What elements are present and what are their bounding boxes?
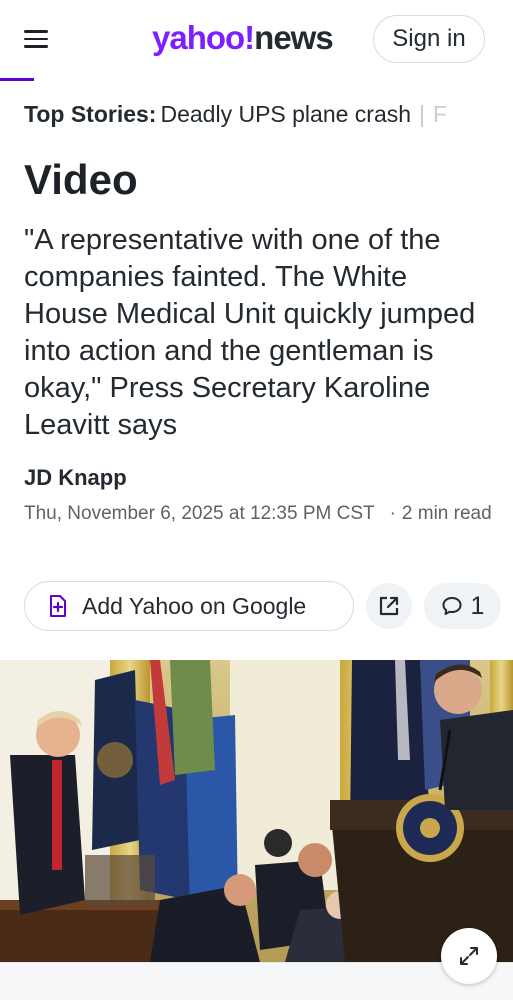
comments-button[interactable]: 1 — [424, 583, 501, 629]
hamburger-menu-icon[interactable] — [24, 30, 48, 48]
nav-accent-line — [0, 78, 34, 81]
article-meta: Thu, November 6, 2025 at 12:35 PM CST · 2… — [24, 500, 499, 528]
article-headline: "A representative with one of the compan… — [24, 224, 476, 441]
section-title: Video — [24, 156, 138, 203]
top-stories-link[interactable]: Deadly UPS plane crash — [160, 101, 411, 127]
read-time: 2 min read — [401, 503, 492, 524]
oval-office-scene-image — [0, 660, 513, 962]
yahoo-news-logo[interactable]: yahoo!news — [152, 18, 334, 58]
expand-video-button[interactable] — [441, 928, 497, 984]
video-thumbnail[interactable] — [0, 660, 513, 962]
bottom-bar — [0, 962, 513, 1000]
top-stories-fade — [433, 88, 513, 140]
site-header: yahoo!news Sign in — [0, 0, 513, 81]
author-name[interactable]: JD Knapp — [24, 464, 127, 492]
add-yahoo-on-google-button[interactable]: Add Yahoo on Google — [24, 581, 354, 631]
add-yahoo-on-google-label: Add Yahoo on Google — [82, 592, 307, 619]
share-external-icon — [379, 596, 399, 616]
meta-separator: · — [389, 503, 396, 524]
sign-in-button[interactable]: Sign in — [373, 15, 485, 63]
share-button[interactable] — [366, 583, 412, 629]
top-stories-label: Top Stories: — [24, 101, 157, 127]
comment-icon — [442, 597, 462, 615]
expand-icon — [460, 947, 478, 965]
comment-count: 1 — [470, 591, 485, 620]
top-stories-divider: | — [419, 101, 426, 127]
publish-date: Thu, November 6, 2025 at 12:35 PM CST — [24, 503, 375, 524]
google-add-icon — [50, 595, 66, 617]
